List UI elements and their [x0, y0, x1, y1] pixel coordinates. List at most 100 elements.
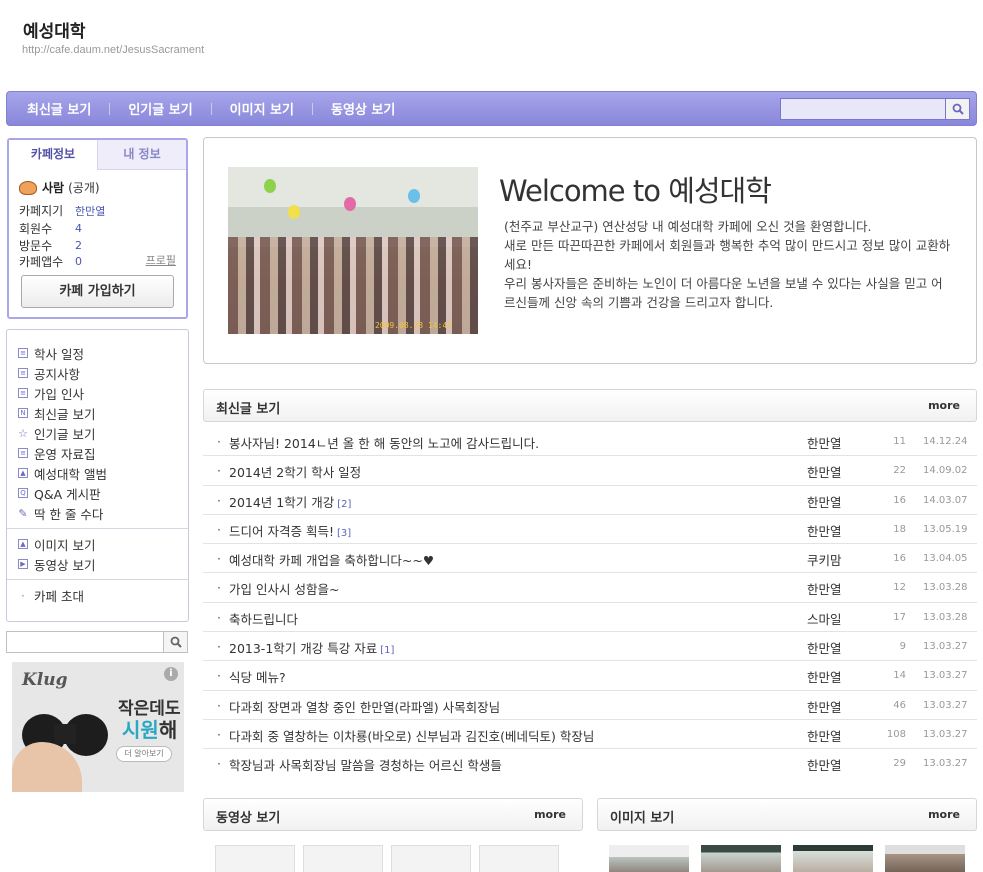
search-icon[interactable]: [163, 632, 187, 652]
sidebar-item-qa[interactable]: Q Q&A 게시판: [7, 483, 188, 503]
side-search-input[interactable]: [7, 632, 163, 652]
profile-link[interactable]: 프로필: [146, 252, 176, 268]
info-icon[interactable]: i: [164, 667, 178, 681]
comment-count[interactable]: [3]: [337, 528, 351, 539]
post-title[interactable]: 드디어 자격증 획득!: [229, 524, 334, 539]
post-author[interactable]: 한만열: [807, 462, 842, 481]
nav-images[interactable]: 이미지 보기: [230, 99, 294, 118]
post-title[interactable]: 2014년 1학기 개강: [229, 495, 334, 510]
post-author[interactable]: 스마일: [807, 609, 842, 628]
video-thumbnail[interactable]: [479, 845, 559, 872]
post-title[interactable]: 예성대학 카페 개업을 축하합니다~~♥: [229, 553, 434, 568]
post-title[interactable]: 가입 인사시 성함을~: [229, 582, 339, 597]
post-author[interactable]: 한만열: [807, 667, 842, 686]
image-thumbnail[interactable]: [609, 845, 689, 872]
post-row: · 봉사자님! 2014ㄴ년 올 한 해 동안의 노고에 감사드립니다. 한만열 11…: [203, 427, 977, 457]
video-thumbnail[interactable]: [391, 845, 471, 872]
post-date: 13.03.28: [923, 611, 968, 623]
post-author[interactable]: 한만열: [807, 492, 842, 511]
sidebar-item-popular[interactable]: ☆ 인기글 보기: [7, 423, 188, 443]
post-author[interactable]: 한만열: [807, 638, 842, 657]
nav-divider: [109, 102, 111, 115]
post-title-link[interactable]: 다과회 장면과 열창 중인 한만열(라파엘) 사목회장님: [229, 697, 503, 716]
tab-my-info[interactable]: 내 정보: [98, 140, 186, 170]
ad-brand-logo: Klug: [22, 670, 68, 690]
post-author[interactable]: 한만열: [807, 726, 842, 745]
bullet-icon: ·: [217, 756, 221, 772]
section-title: 최신글 보기: [216, 402, 281, 417]
bullet-icon: ·: [217, 668, 221, 684]
welcome-panel: 2009.08.28 14:47 Welcome to 예성대학 (천주교 부산…: [203, 137, 977, 364]
more-link[interactable]: more: [928, 399, 960, 412]
welcome-photo[interactable]: 2009.08.28 14:47: [228, 167, 478, 334]
post-title[interactable]: 2014년 2학기 학사 일정: [229, 465, 361, 480]
post-title-link[interactable]: 식당 메뉴?: [229, 667, 289, 686]
post-title[interactable]: 봉사자님! 2014ㄴ년 올 한 해 동안의 노고에 감사드립니다.: [229, 436, 539, 451]
ad-more-button[interactable]: 더 알아보기: [116, 746, 172, 762]
post-author[interactable]: 한만열: [807, 433, 842, 452]
manager-link[interactable]: 한만열: [75, 203, 105, 219]
sidebar-item-chat[interactable]: ✎ 딱 한 줄 수다: [7, 503, 188, 523]
image-thumbnail[interactable]: [701, 845, 781, 872]
sidebar-item-archive[interactable]: ≡ 운영 자료집: [7, 443, 188, 463]
nav-recent[interactable]: 최신글 보기: [27, 99, 91, 118]
join-cafe-button[interactable]: 카페 가입하기: [21, 275, 174, 308]
more-link[interactable]: more: [534, 808, 566, 821]
sidebar-item-schedule[interactable]: ≡ 학사 일정: [7, 343, 188, 363]
post-title-link[interactable]: 봉사자님! 2014ㄴ년 올 한 해 동안의 노고에 감사드립니다.: [229, 433, 542, 452]
post-title[interactable]: 다과회 중 열창하는 이차룡(바오로) 신부님과 김진호(베네딕토) 학장님: [229, 729, 594, 744]
post-hits: 9: [899, 641, 906, 653]
comment-count[interactable]: [2]: [337, 499, 351, 510]
post-title-link[interactable]: 2013-1학기 개강 특강 자료 [1]: [229, 638, 394, 657]
post-title-link[interactable]: 2014년 2학기 학사 일정: [229, 462, 364, 481]
post-title-link[interactable]: 드디어 자격증 획득! [3]: [229, 521, 351, 540]
search-icon[interactable]: [945, 99, 969, 119]
post-title[interactable]: 2013-1학기 개강 특강 자료: [229, 641, 377, 656]
post-title-link[interactable]: 다과회 중 열창하는 이차룡(바오로) 신부님과 김진호(베네딕토) 학장님: [229, 726, 597, 745]
post-title-link[interactable]: 축하드립니다: [229, 609, 301, 628]
post-title-link[interactable]: 예성대학 카페 개업을 축하합니다~~♥: [229, 550, 437, 569]
post-title[interactable]: 다과회 장면과 열창 중인 한만열(라파엘) 사목회장님: [229, 700, 500, 715]
post-hits: 14: [893, 670, 906, 682]
post-author[interactable]: 한만열: [807, 579, 842, 598]
sidebar-item-greeting[interactable]: ≡ 가입 인사: [7, 383, 188, 403]
sidebar-item-notice[interactable]: ≡ 공지사항: [7, 363, 188, 383]
sidebar-item-images[interactable]: ▲ 이미지 보기: [7, 534, 188, 554]
info-label: 회원수: [19, 222, 53, 236]
post-title[interactable]: 식당 메뉴?: [229, 670, 286, 685]
video-thumbnail[interactable]: [303, 845, 383, 872]
post-author[interactable]: 한만열: [807, 521, 842, 540]
post-author[interactable]: 한만열: [807, 697, 842, 716]
sidebar-item-recent[interactable]: N 최신글 보기: [7, 403, 188, 423]
image-thumbnail[interactable]: [885, 845, 965, 872]
post-date: 13.03.27: [923, 699, 968, 711]
visit-count: 2: [75, 239, 82, 252]
sidebar-item-videos[interactable]: ▶ 동영상 보기: [7, 554, 188, 574]
level-note: (공개): [68, 181, 100, 195]
video-thumbnail[interactable]: [215, 845, 295, 872]
sidebar-item-invite[interactable]: · 카페 초대: [7, 585, 188, 605]
menu-divider: [7, 528, 188, 529]
post-title-link[interactable]: 학장님과 사목회장님 말씀을 경청하는 어르신 학생들: [229, 755, 505, 774]
post-author[interactable]: 쿠키맘: [807, 550, 842, 569]
post-date: 14.09.02: [923, 465, 968, 477]
sidebar-item-label: 동영상 보기: [34, 557, 96, 573]
tab-cafe-info[interactable]: 카페정보: [9, 140, 98, 170]
image-thumbnail[interactable]: [793, 845, 873, 872]
more-link[interactable]: more: [928, 808, 960, 821]
member-count[interactable]: 4: [75, 222, 82, 235]
sidebar-item-album[interactable]: ▲ 예성대학 앨범: [7, 463, 188, 483]
nav-popular[interactable]: 인기글 보기: [128, 99, 192, 118]
photo-timestamp: 2009.08.28 14:47: [374, 321, 452, 330]
post-author[interactable]: 한만열: [807, 755, 842, 774]
post-title[interactable]: 축하드립니다: [229, 612, 298, 627]
top-search-input[interactable]: [781, 99, 945, 119]
post-title-link[interactable]: 가입 인사시 성함을~: [229, 579, 342, 598]
cafe-title[interactable]: 예성대학: [23, 17, 86, 42]
advertisement-banner[interactable]: Klug i 작은데도 시원해 더 알아보기: [12, 662, 184, 792]
post-title[interactable]: 학장님과 사목회장님 말씀을 경청하는 어르신 학생들: [229, 758, 502, 773]
cafe-url[interactable]: http://cafe.daum.net/JesusSacrament: [22, 44, 204, 56]
post-title-link[interactable]: 2014년 1학기 개강 [2]: [229, 492, 351, 511]
comment-count[interactable]: [1]: [380, 645, 394, 656]
nav-videos[interactable]: 동영상 보기: [331, 99, 395, 118]
